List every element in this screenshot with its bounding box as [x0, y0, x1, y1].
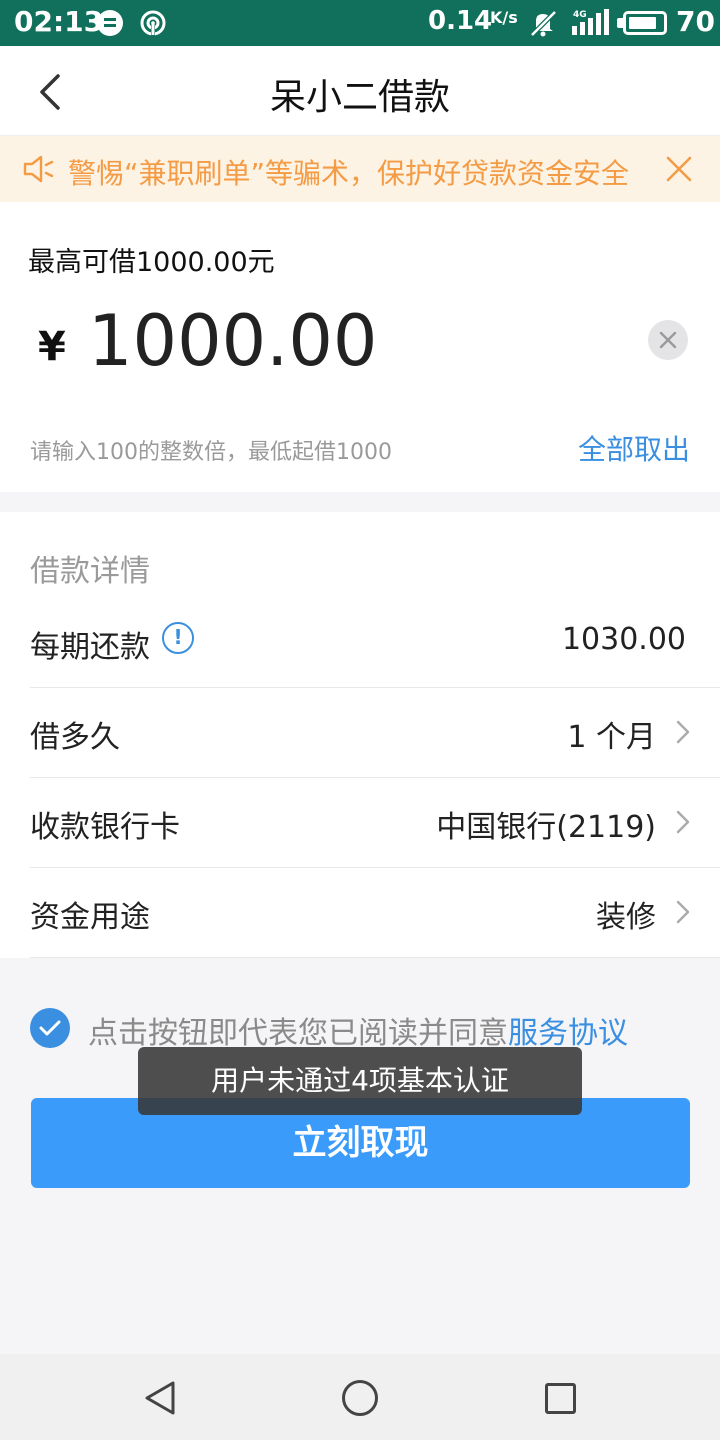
network-type-label: 4G — [573, 10, 587, 20]
amount-input[interactable] — [88, 300, 588, 382]
nav-home-icon[interactable] — [342, 1380, 378, 1416]
nav-back-icon[interactable] — [143, 1380, 179, 1416]
row-bank-card[interactable]: 收款银行卡 中国银行(2119) — [30, 778, 720, 868]
amount-card: 最高可借1000.00元 ¥ 请输入100的整数倍，最低起借1000 全部取出 — [0, 202, 720, 492]
chevron-right-icon — [676, 810, 690, 834]
row-label: 每期还款 — [30, 630, 150, 665]
nav-recents-icon[interactable] — [545, 1383, 576, 1414]
chevron-right-icon — [676, 900, 690, 924]
clear-icon — [659, 331, 677, 349]
agreement-label: 点击按钮即代表您已阅读并同意 — [88, 1016, 508, 1051]
signal-4g-icon: 4G — [572, 9, 609, 35]
row-label: 收款银行卡 — [30, 810, 180, 845]
details-title: 借款详情 — [30, 554, 150, 589]
net-speed: 0.14 — [428, 6, 493, 36]
info-icon[interactable]: ! — [162, 622, 194, 654]
checkmark-icon — [39, 1020, 61, 1036]
row-purpose[interactable]: 资金用途 装修 — [30, 868, 720, 958]
speaker-icon — [23, 155, 54, 183]
toast-message: 用户未通过4项基本认证 — [138, 1047, 582, 1115]
status-time: 02:13 — [14, 5, 104, 38]
close-icon[interactable] — [664, 154, 694, 184]
message-app-icon — [97, 10, 123, 36]
chevron-right-icon — [676, 720, 690, 744]
mute-bell-icon — [530, 10, 557, 37]
app-header: 呆小二借款 — [0, 46, 720, 136]
system-nav-bar — [0, 1354, 720, 1440]
status-bar: 02:13 0.14 K/s 4G 70 — [0, 0, 720, 46]
row-value: 中国银行(2119) — [436, 810, 656, 845]
fraud-notice-banner: 警惕“兼职刷单”等骗术，保护好贷款资金安全 — [0, 136, 720, 202]
notice-text: 警惕“兼职刷单”等骗术，保护好贷款资金安全 — [68, 157, 630, 190]
amount-hint: 请输入100的整数倍，最低起借1000 — [30, 440, 392, 465]
clear-amount-button[interactable] — [648, 320, 688, 360]
row-term[interactable]: 借多久 1 个月 — [30, 688, 720, 778]
net-speed-unit: K/s — [490, 8, 518, 27]
currency-symbol: ¥ — [38, 324, 66, 370]
battery-level: 70 — [676, 5, 715, 38]
row-value: 1 个月 — [567, 720, 656, 755]
loan-details-card: 借款详情 每期还款 ! 1030.00 借多久 1 个月 收款银行卡 中国银行(… — [0, 512, 720, 958]
service-agreement-link[interactable]: 服务协议 — [508, 1016, 628, 1051]
hotspot-icon — [140, 10, 166, 36]
page-title: 呆小二借款 — [269, 77, 450, 118]
agreement-checkbox[interactable] — [30, 1008, 70, 1048]
row-label: 借多久 — [30, 720, 120, 755]
row-value: 装修 — [596, 900, 656, 935]
row-value: 1030.00 — [561, 622, 686, 657]
withdraw-all-link[interactable]: 全部取出 — [578, 428, 690, 468]
row-label: 资金用途 — [30, 900, 150, 935]
battery-icon — [623, 11, 667, 35]
row-repayment: 每期还款 ! 1030.00 — [30, 598, 720, 688]
agreement-text: 点击按钮即代表您已阅读并同意服务协议 — [88, 1008, 628, 1052]
max-borrow-label: 最高可借1000.00元 — [28, 247, 275, 278]
